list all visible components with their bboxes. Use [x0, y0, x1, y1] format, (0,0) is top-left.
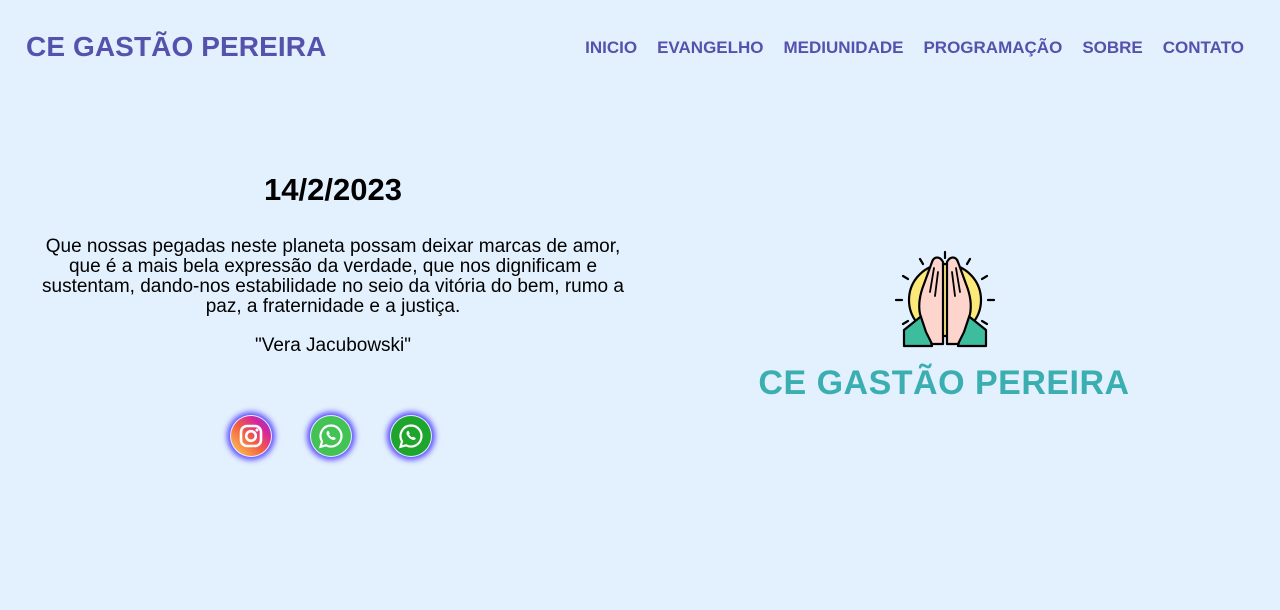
instagram-icon [231, 416, 271, 456]
message-author: "Vera Jacubowski" [254, 335, 412, 356]
message-date: 14/2/2023 [264, 172, 402, 207]
nav-link-mediunidade[interactable]: MEDIUNIDADE [784, 38, 904, 58]
nav-link-evangelho[interactable]: EVANGELHO [657, 38, 763, 58]
site-header: CE GASTÃO PEREIRA INICIO EVANGELHO MEDIU… [0, 0, 1280, 94]
nav-link-programacao[interactable]: PROGRAMAÇÃO [923, 38, 1062, 58]
praying-hands-icon [894, 250, 996, 348]
whatsapp-button-2[interactable] [390, 415, 432, 457]
whatsapp-button-1[interactable] [310, 415, 352, 457]
site-brand[interactable]: CE GASTÃO PEREIRA [26, 31, 326, 63]
nav-link-contato[interactable]: CONTATO [1163, 38, 1244, 58]
message-quote: Que nossas pegadas neste planeta possam … [42, 236, 624, 317]
instagram-button[interactable] [230, 415, 272, 457]
logo-text: CE GASTÃO PEREIRA [758, 364, 1130, 402]
social-links [230, 415, 432, 457]
whatsapp-icon [311, 416, 351, 456]
nav-link-inicio[interactable]: INICIO [585, 38, 637, 58]
message-of-the-day: 14/2/2023 Que nossas pegadas neste plane… [30, 168, 636, 356]
whatsapp-icon [391, 416, 431, 456]
site-logo: CE GASTÃO PEREIRA [752, 248, 1136, 408]
nav-link-sobre[interactable]: SOBRE [1082, 38, 1142, 58]
main-nav: INICIO EVANGELHO MEDIUNIDADE PROGRAMAÇÃO… [585, 38, 1244, 58]
